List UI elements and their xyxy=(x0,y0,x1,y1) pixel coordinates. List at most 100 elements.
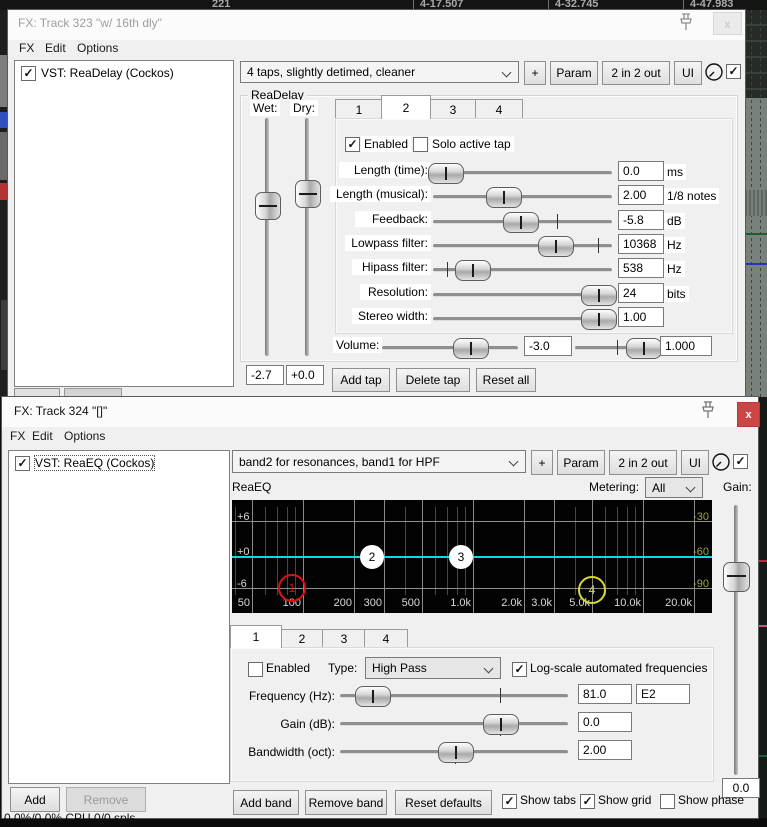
lowpass-value[interactable]: 10368 xyxy=(618,234,664,254)
frequency-thumb[interactable] xyxy=(355,686,391,707)
eq-band-point-2[interactable]: 2 xyxy=(360,545,384,569)
resolution-thumb[interactable] xyxy=(581,285,617,306)
ui-button[interactable]: UI xyxy=(674,61,702,85)
pan-value[interactable]: 1.000 xyxy=(660,336,712,356)
preset-combo[interactable]: band2 for resonances, band1 for HPF xyxy=(232,450,526,473)
length-musical-slider[interactable] xyxy=(433,195,612,199)
add-fx-button[interactable]: Add xyxy=(10,787,60,812)
stereo-width-thumb[interactable] xyxy=(581,309,617,330)
pan-thumb[interactable] xyxy=(626,338,662,359)
save-preset-button[interactable]: + xyxy=(531,450,553,475)
io-button[interactable]: 2 in 2 out xyxy=(609,450,677,475)
tap-tab-3[interactable]: 3 xyxy=(429,99,477,119)
volume-value[interactable]: -3.0 xyxy=(524,336,572,356)
wet-value[interactable]: -2.7 xyxy=(246,365,284,385)
lowpass-thumb[interactable] xyxy=(538,236,574,257)
pin-icon[interactable] xyxy=(700,400,716,420)
feedback-value[interactable]: -5.8 xyxy=(618,210,664,230)
remove-fx-button[interactable]: Remove xyxy=(66,787,146,812)
frequency-value[interactable]: 81.0 xyxy=(578,684,632,704)
fx-chain-list[interactable] xyxy=(14,60,234,387)
menu-fx[interactable]: FX xyxy=(19,41,34,55)
band-tab-4[interactable]: 4 xyxy=(364,629,408,648)
wet-slider[interactable] xyxy=(265,118,269,356)
fx-enable-checkbox[interactable] xyxy=(21,66,36,81)
bandwidth-thumb[interactable] xyxy=(438,742,474,763)
length-time-value[interactable]: 0.0 xyxy=(618,161,664,181)
feedback-thumb[interactable] xyxy=(503,212,539,233)
tap-enabled-checkbox[interactable] xyxy=(345,137,360,152)
output-gain-thumb[interactable] xyxy=(723,562,750,592)
wet-knob-icon[interactable] xyxy=(711,452,731,472)
log-scale-checkbox[interactable] xyxy=(512,662,527,677)
volume-slider[interactable] xyxy=(382,346,518,350)
tap-tab-2[interactable]: 2 xyxy=(381,95,431,119)
menu-edit[interactable]: Edit xyxy=(32,429,53,443)
fx-enable-checkbox[interactable] xyxy=(15,456,30,471)
wet-knob-icon[interactable] xyxy=(704,62,724,82)
hipass-value[interactable]: 538 xyxy=(618,258,664,278)
hipass-thumb[interactable] xyxy=(455,260,491,281)
dry-value[interactable]: +0.0 xyxy=(286,365,324,385)
save-preset-button[interactable]: + xyxy=(524,61,546,85)
dry-slider-thumb[interactable] xyxy=(295,180,321,208)
band-enabled-checkbox[interactable] xyxy=(248,662,263,677)
show-grid-checkbox[interactable] xyxy=(580,794,595,809)
param-button[interactable]: Param xyxy=(557,450,605,475)
param-button[interactable]: Param xyxy=(550,61,598,85)
preset-combo[interactable]: 4 taps, slightly detimed, cleaner xyxy=(240,61,519,83)
band-type-combo[interactable]: High Pass xyxy=(365,657,501,679)
reset-defaults-button[interactable]: Reset defaults xyxy=(395,790,492,815)
show-tabs-checkbox[interactable] xyxy=(502,794,517,809)
fx-chain-item[interactable]: VST: ReaDelay (Cockos) xyxy=(41,66,174,80)
reaeq-titlebar[interactable] xyxy=(2,397,758,427)
fx-chain-list[interactable] xyxy=(8,450,230,784)
menu-fx[interactable]: FX xyxy=(10,429,25,443)
show-phase-checkbox[interactable] xyxy=(660,794,675,809)
band-tab-3[interactable]: 3 xyxy=(322,629,366,648)
bandwidth-value[interactable]: 2.00 xyxy=(578,740,632,760)
solo-active-tap-checkbox[interactable] xyxy=(413,137,428,152)
reset-all-button[interactable]: Reset all xyxy=(476,368,536,392)
band-tab-2[interactable]: 2 xyxy=(280,629,324,648)
menu-edit[interactable]: Edit xyxy=(45,41,66,55)
eq-band-point-4[interactable]: 4 xyxy=(578,576,606,604)
lowpass-slider[interactable] xyxy=(433,244,612,248)
param-unit: bits xyxy=(664,286,689,302)
band-gain-value[interactable]: 0.0 xyxy=(578,712,632,732)
dry-slider[interactable] xyxy=(305,118,309,356)
ui-button[interactable]: UI xyxy=(681,450,709,475)
tap-tab-1[interactable]: 1 xyxy=(335,99,383,119)
eq-graph[interactable]: +6 +0 -6 -30 -60 -90 50 100 200 300 500 … xyxy=(232,500,712,613)
cpu-status: 0.0%/0.0% CPU 0/0 spls xyxy=(4,811,136,825)
fx-chain-item[interactable]: VST: ReaEQ (Cockos) xyxy=(33,455,156,471)
frequency-note-value[interactable]: E2 xyxy=(636,684,690,704)
band-gain-slider[interactable] xyxy=(340,722,568,726)
remove-band-button[interactable]: Remove band xyxy=(305,790,387,815)
delete-tap-button[interactable]: Delete tap xyxy=(396,368,470,392)
plugin-enabled-checkbox[interactable] xyxy=(726,64,741,79)
menu-options[interactable]: Options xyxy=(77,41,118,55)
menu-options[interactable]: Options xyxy=(64,429,105,443)
length-time-thumb[interactable] xyxy=(428,163,464,184)
io-button[interactable]: 2 in 2 out xyxy=(602,61,670,85)
resolution-value[interactable]: 24 xyxy=(618,283,664,303)
band-tab-1[interactable]: 1 xyxy=(230,625,282,648)
length-musical-thumb[interactable] xyxy=(486,187,522,208)
band-gain-thumb[interactable] xyxy=(483,714,519,735)
volume-thumb[interactable] xyxy=(453,338,489,359)
output-gain-fader[interactable] xyxy=(734,505,738,775)
metering-combo[interactable]: All xyxy=(645,477,703,498)
wet-slider-thumb[interactable] xyxy=(255,192,281,220)
add-band-button[interactable]: Add band xyxy=(233,790,299,815)
stereo-width-value[interactable]: 1.00 xyxy=(618,307,664,327)
pin-icon[interactable] xyxy=(678,12,694,32)
eq-band-point-3[interactable]: 3 xyxy=(449,545,473,569)
plugin-enabled-checkbox[interactable] xyxy=(733,454,748,469)
close-icon[interactable]: x xyxy=(713,12,742,35)
tap-tab-4[interactable]: 4 xyxy=(475,99,523,119)
close-icon[interactable]: x xyxy=(737,402,760,427)
eq-band-point-1[interactable]: 1 xyxy=(278,574,306,602)
add-tap-button[interactable]: Add tap xyxy=(332,368,390,392)
length-musical-value[interactable]: 2.00 xyxy=(618,185,664,205)
